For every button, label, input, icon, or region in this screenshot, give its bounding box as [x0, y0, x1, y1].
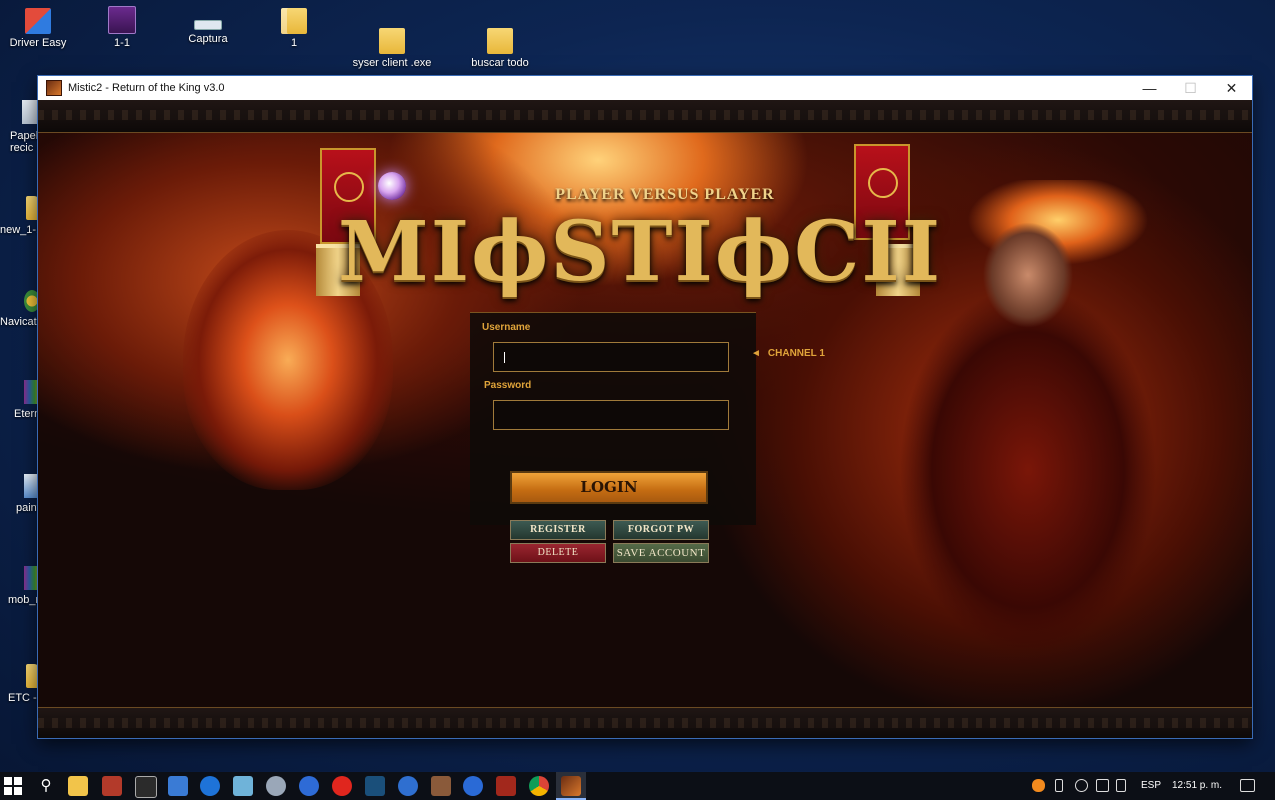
desktop-icon-label: paint [16, 502, 40, 514]
desktop-icon-label: ETC - I [8, 692, 40, 704]
app-icon-cloud[interactable] [266, 776, 286, 796]
network-tray-icon[interactable] [1096, 779, 1109, 792]
desktop-icon-label: Etern [14, 408, 40, 420]
app-icon [46, 80, 62, 96]
desktop-icon-buscar-todo[interactable]: buscar todo [462, 28, 538, 69]
game-icon-character[interactable] [431, 776, 451, 796]
clock[interactable]: 12:51 p. m. [1172, 780, 1222, 791]
save-account-button[interactable]: SAVE ACCOUNT [613, 543, 709, 563]
notifications-icon[interactable] [1240, 779, 1255, 792]
taskbar: ⚲ ESP 12:51 p. m. [0, 772, 1275, 800]
app-icon-circle[interactable] [299, 776, 319, 796]
app-icon-globe[interactable] [398, 776, 418, 796]
search-icon[interactable]: ⚲ [36, 776, 56, 796]
window-titlebar[interactable]: Mistic2 - Return of the King v3.0 — ☐ ✕ [38, 76, 1252, 100]
opera-icon[interactable] [332, 776, 352, 796]
login-button[interactable]: LOGIN [510, 471, 708, 504]
ccleaner-icon[interactable] [463, 776, 483, 796]
windows-start-icon[interactable] [4, 777, 22, 795]
game-window: Mistic2 - Return of the King v3.0 — ☐ ✕ … [38, 76, 1252, 738]
desktop-icon-label: 1 [290, 37, 298, 49]
teamviewer-icon[interactable] [200, 776, 220, 796]
chrome-icon[interactable] [529, 776, 549, 796]
desktop-icon-label: buscar todo [471, 57, 529, 69]
volume-tray-icon[interactable] [1116, 779, 1126, 792]
forgot-password-button[interactable]: FORGOT PW [613, 520, 709, 540]
delete-button[interactable]: DELETE [510, 543, 606, 563]
desktop-icon-label: Papele recic [10, 130, 40, 154]
channel-arrow-icon[interactable]: ◄ [751, 348, 761, 359]
frame-bottom-border [38, 707, 1252, 738]
game-logo: MIϕSTIϕCII [338, 204, 943, 300]
desktop-icon-label: new_1-1 [0, 224, 40, 236]
screenshot-file-icon [194, 20, 222, 30]
password-label: Password [484, 380, 532, 391]
desktop-icon-label: Captura [188, 33, 228, 45]
usb-tray-icon[interactable] [1055, 779, 1063, 792]
file-explorer-icon[interactable] [68, 776, 88, 796]
username-input[interactable] [493, 342, 729, 372]
desktop-icon-paint[interactable]: paint [0, 474, 40, 514]
minimize-button[interactable]: — [1129, 76, 1170, 100]
desktop-icon-label: 1-1 [114, 37, 130, 49]
desktop-icon-recycle-bin[interactable]: Papele recic [0, 100, 40, 154]
image-file-icon [108, 6, 136, 34]
desktop-icon-etc[interactable]: ETC - I [0, 664, 40, 704]
app-icon-blue[interactable] [168, 776, 188, 796]
desktop-icon-captura[interactable]: Captura [170, 8, 246, 45]
notepad-icon[interactable] [233, 776, 253, 796]
desktop-icon-label: Driver Easy [9, 37, 67, 49]
desktop-icon-driver-easy[interactable]: Driver Easy [0, 8, 76, 49]
register-button[interactable]: REGISTER [510, 520, 606, 540]
game-icon-red[interactable] [496, 776, 516, 796]
desktop-icon-label: mob_n [8, 594, 40, 606]
channel-selector[interactable]: ◄ CHANNEL 1 [751, 348, 825, 359]
desktop-icon-syser-client[interactable]: syser client .exe [352, 28, 432, 69]
game-subtitle: PLAYER VERSUS PLAYER [555, 186, 775, 203]
channel-label: CHANNEL 1 [767, 348, 825, 359]
password-input[interactable] [493, 400, 729, 430]
text-caret [504, 352, 505, 363]
terminal-icon[interactable] [135, 776, 157, 798]
maximize-button[interactable]: ☐ [1170, 76, 1211, 100]
folder-icon [487, 28, 513, 54]
frame-top-border [38, 100, 1252, 133]
desktop-icon-new-1-1[interactable]: new_1-1 [0, 196, 40, 236]
desktop-icon-navicat[interactable]: Navicat P [0, 290, 40, 328]
desktop-icon-mob[interactable]: mob_n [0, 566, 40, 606]
cloud-tray-icon[interactable] [1032, 779, 1045, 792]
desktop-icon-1[interactable]: 1 [256, 8, 332, 49]
username-label: Username [482, 322, 531, 333]
folder-icon [281, 8, 307, 34]
window-controls: — ☐ ✕ [1129, 76, 1252, 100]
app-icon-monitor[interactable] [365, 776, 385, 796]
folder-icon [379, 28, 405, 54]
desktop-icon-label: Navicat P [0, 316, 40, 328]
driver-easy-icon [25, 8, 51, 34]
desktop-icon-1-1[interactable]: 1-1 [84, 6, 160, 49]
game-login-screen: PLAYER VERSUS PLAYER MIϕSTIϕCII Username… [38, 100, 1252, 738]
close-button[interactable]: ✕ [1211, 76, 1252, 100]
app-icon-red[interactable] [102, 776, 122, 796]
window-title: Mistic2 - Return of the King v3.0 [68, 82, 225, 94]
update-tray-icon[interactable] [1075, 779, 1088, 792]
desktop-icon-label: syser client .exe [352, 57, 432, 69]
language-indicator[interactable]: ESP [1141, 780, 1161, 791]
desktop-icon-etern[interactable]: Etern [0, 380, 40, 420]
mistic2-taskbar-icon[interactable] [561, 776, 581, 796]
